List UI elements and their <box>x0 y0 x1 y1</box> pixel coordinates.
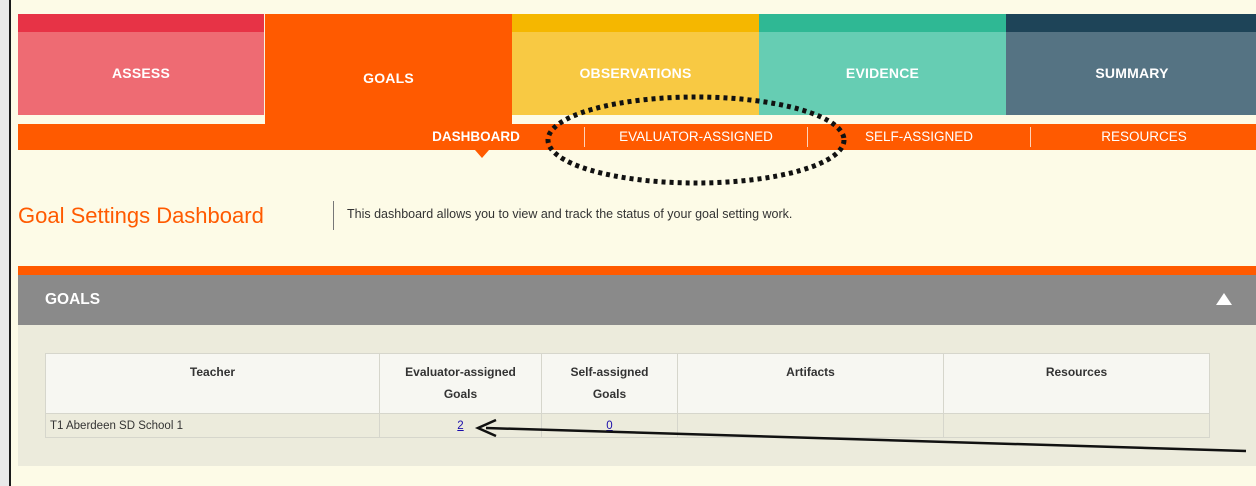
tab-observations-label: OBSERVATIONS <box>579 64 692 81</box>
page-title: Goal Settings Dashboard <box>18 203 264 228</box>
goals-panel: GOALS Teacher Evaluator-assigned Goals Se… <box>18 266 1256 466</box>
page-description: This dashboard allows you to view and tr… <box>347 207 793 221</box>
header-artifacts-label: Artifacts <box>786 365 835 379</box>
app-frame: ASSESS GOALS OBSERVATIONS EVIDENCE SUMMA… <box>9 0 1256 486</box>
header-teacher-label: Teacher <box>189 365 236 379</box>
main-tabs: ASSESS GOALS OBSERVATIONS EVIDENCE SUMMA… <box>18 14 1256 125</box>
tab-goals[interactable]: GOALS <box>265 14 512 125</box>
cell-self-goals: 0 <box>541 413 678 438</box>
panel-header[interactable]: GOALS <box>18 275 1256 325</box>
subnav-self-assigned[interactable]: SELF-ASSIGNED <box>808 124 1030 150</box>
header-teacher: Teacher <box>45 353 380 414</box>
header-evaluator-line1: Evaluator-assigned <box>405 365 516 379</box>
goals-table: Teacher Evaluator-assigned Goals Self-ass… <box>45 353 1210 438</box>
cell-teacher: T1 Aberdeen SD School 1 <box>45 413 380 438</box>
header-resources-label: Resources <box>1045 365 1108 379</box>
tab-assess[interactable]: ASSESS <box>18 14 265 115</box>
self-goals-link[interactable]: 0 <box>606 420 612 432</box>
subnav-divider <box>1030 127 1031 147</box>
header-self-line1: Self-assigned <box>570 365 649 379</box>
header-self-line2: Goals <box>592 387 627 401</box>
table-row: T1 Aberdeen SD School 1 2 0 <box>45 413 1210 438</box>
panel-accent-bar <box>18 266 1256 275</box>
table-header-row: Teacher Evaluator-assigned Goals Self-ass… <box>45 353 1210 414</box>
tab-goals-label: GOALS <box>363 69 414 86</box>
subnav-evaluator-assigned[interactable]: EVALUATOR-ASSIGNED <box>586 124 806 150</box>
header-evaluator-line2: Goals <box>443 387 478 401</box>
cell-artifacts <box>677 413 944 438</box>
subnav-dashboard[interactable]: DASHBOARD <box>418 124 534 150</box>
sub-navigation: DASHBOARD EVALUATOR-ASSIGNED SELF-ASSIGN… <box>18 124 1256 150</box>
tab-evidence[interactable]: EVIDENCE <box>759 14 1006 115</box>
active-subnav-pointer <box>475 150 489 158</box>
panel-title: GOALS <box>45 291 101 308</box>
tab-evidence-label: EVIDENCE <box>845 64 920 81</box>
triangle-up-icon[interactable] <box>1216 293 1232 305</box>
subnav-divider <box>584 127 585 147</box>
tab-observations[interactable]: OBSERVATIONS <box>512 14 759 115</box>
title-divider <box>333 201 334 230</box>
cell-evaluator-goals: 2 <box>379 413 542 438</box>
header-artifacts: Artifacts <box>677 353 944 414</box>
tab-summary[interactable]: SUMMARY <box>1006 14 1256 115</box>
subnav-resources[interactable]: RESOURCES <box>1032 124 1256 150</box>
tab-summary-label: SUMMARY <box>1095 64 1169 81</box>
tab-assess-label: ASSESS <box>112 64 170 81</box>
cell-resources <box>943 413 1210 438</box>
evaluator-goals-link[interactable]: 2 <box>457 420 463 432</box>
header-resources: Resources <box>943 353 1210 414</box>
header-evaluator-assigned-goals: Evaluator-assigned Goals <box>379 353 542 414</box>
header-self-assigned-goals: Self-assigned Goals <box>541 353 678 414</box>
